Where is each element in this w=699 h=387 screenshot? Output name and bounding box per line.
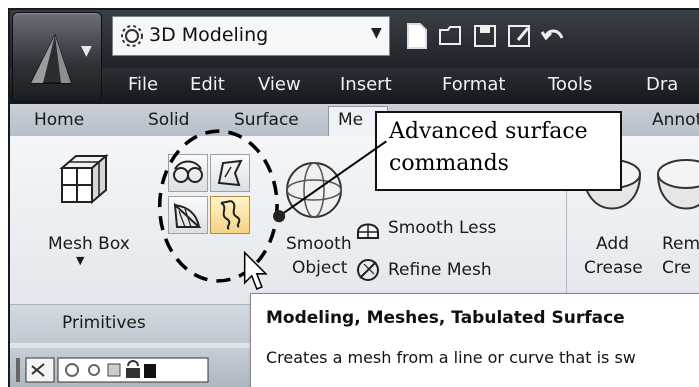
mesh-box-icon[interactable] — [56, 150, 112, 206]
tooltip-title: Modeling, Meshes, Tabulated Surface — [266, 308, 625, 328]
primitives-label: Primitives — [62, 313, 146, 333]
revolved-surface-button[interactable] — [168, 154, 208, 192]
primitives-panel-title[interactable]: Primitives — [10, 304, 260, 343]
tab-annotate[interactable]: Annot — [652, 110, 699, 130]
ruled-surface-button[interactable] — [168, 196, 208, 234]
menu-insert[interactable]: Insert — [340, 74, 392, 95]
command-tooltip: Modeling, Meshes, Tabulated Surface Crea… — [250, 293, 699, 387]
annotation-callout: Advanced surface commands — [375, 111, 622, 191]
workspace-name: 3D Modeling — [149, 24, 269, 46]
save-icon[interactable] — [472, 22, 498, 50]
menu-tools[interactable]: Tools — [548, 74, 592, 95]
tab-solid[interactable]: Solid — [148, 110, 189, 130]
callout-line-1: Advanced surface — [389, 119, 588, 144]
revolved-surface-icon — [173, 160, 203, 183]
smooth-object-label-2[interactable]: Object — [292, 258, 347, 278]
smooth-object-label[interactable]: Smooth — [286, 234, 352, 254]
tab-home[interactable]: Home — [34, 110, 84, 130]
add-crease-label-2[interactable]: Crease — [584, 258, 643, 278]
tabulated-surface-icon — [220, 200, 241, 230]
edge-surface-button[interactable] — [210, 154, 250, 192]
edge-surface-icon — [217, 159, 243, 187]
remove-crease-icon[interactable] — [654, 154, 699, 224]
layer-tools-icons[interactable] — [14, 354, 254, 384]
refine-mesh-icon[interactable] — [354, 256, 382, 284]
chevron-down-icon[interactable]: ▼ — [76, 254, 84, 267]
menu-edit[interactable]: Edit — [190, 74, 225, 95]
menu-file[interactable]: File — [128, 74, 158, 95]
remove-crease-label[interactable]: Rem — [662, 234, 699, 254]
new-file-icon[interactable] — [404, 22, 430, 50]
tab-surface[interactable]: Surface — [234, 110, 299, 130]
save-as-icon[interactable] — [506, 22, 532, 50]
tabulated-surface-button[interactable] — [210, 196, 250, 234]
mesh-box-label[interactable]: Mesh Box — [48, 234, 130, 254]
chevron-down-icon: ▼ — [81, 43, 92, 59]
tab-mesh[interactable]: Me — [338, 110, 363, 130]
smooth-less-icon[interactable] — [354, 216, 382, 244]
open-folder-icon[interactable] — [438, 22, 464, 50]
tooltip-description: Creates a mesh from a line or curve that… — [266, 348, 636, 367]
undo-icon[interactable] — [540, 22, 566, 50]
ruled-surface-icon — [173, 202, 202, 228]
menu-view[interactable]: View — [258, 74, 301, 95]
remove-crease-label-2[interactable]: Cre — [662, 258, 691, 278]
gear-icon — [121, 25, 143, 47]
application-menu-button[interactable]: ▼ — [12, 12, 102, 102]
smooth-object-icon[interactable] — [282, 158, 346, 222]
smooth-less-label[interactable]: Smooth Less — [388, 218, 496, 238]
menu-format[interactable]: Format — [442, 74, 505, 95]
refine-mesh-label[interactable]: Refine Mesh — [388, 260, 492, 280]
chevron-down-icon: ▼ — [371, 25, 382, 41]
callout-line-2: commands — [389, 151, 509, 176]
menu-draw[interactable]: Dra — [646, 74, 678, 95]
workspace-selector[interactable]: 3D Modeling ▼ — [112, 16, 390, 56]
add-crease-label[interactable]: Add — [596, 234, 629, 254]
autocad-window: ▼ 3D Modeling ▼ File Edit View Insert Fo… — [8, 8, 699, 387]
